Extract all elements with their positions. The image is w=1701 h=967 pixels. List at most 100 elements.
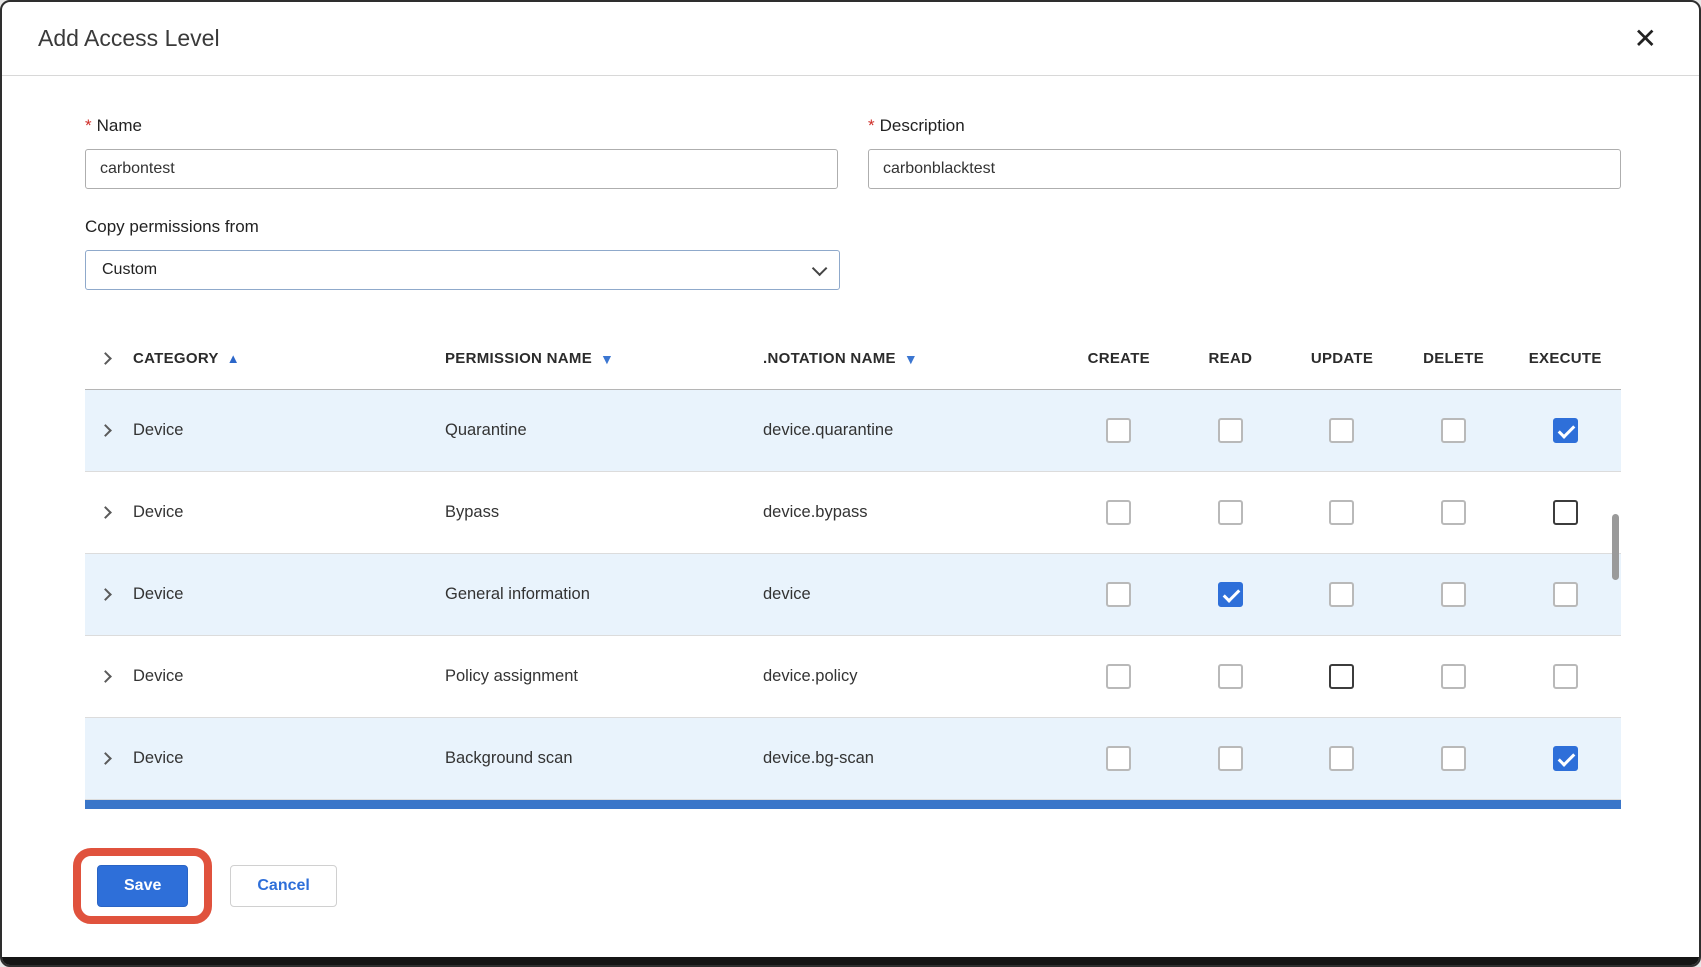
permissions-table: CATEGORY ▲ PERMISSION NAME ▼ .NOTATION N… [85, 328, 1621, 809]
copy-permissions-select[interactable]: Custom [85, 250, 840, 290]
save-button[interactable]: Save [97, 865, 188, 907]
chevron-right-icon [99, 352, 112, 365]
chevron-right-icon [99, 506, 112, 519]
description-input[interactable] [868, 149, 1621, 189]
permission-cell: Quarantine [445, 421, 763, 440]
checkbox-cell [1175, 418, 1287, 443]
checkbox-create[interactable] [1106, 664, 1131, 689]
checkbox-cell [1509, 582, 1621, 607]
notation-cell: device.quarantine [763, 421, 1063, 440]
column-header-permission-name[interactable]: PERMISSION NAME ▼ [445, 350, 763, 367]
name-input[interactable] [85, 149, 838, 189]
checkbox-create[interactable] [1106, 582, 1131, 607]
row-expand-button[interactable] [85, 508, 133, 517]
row-expand-button[interactable] [85, 672, 133, 681]
checkbox-cell [1063, 664, 1175, 689]
description-label: *Description [868, 116, 1621, 136]
category-cell: Device [133, 667, 445, 686]
copy-permissions-value: Custom [102, 261, 157, 279]
modal-content: * Name *Description Copy permissions from… [2, 76, 1699, 907]
copy-permissions-group: Copy permissions from Custom [85, 217, 840, 290]
notation-header-label: .NOTATION NAME [763, 350, 896, 367]
row-expand-button[interactable] [85, 426, 133, 435]
checkbox-execute[interactable] [1553, 664, 1578, 689]
checkbox-read[interactable] [1218, 746, 1243, 771]
checkbox-execute[interactable] [1553, 582, 1578, 607]
action-buttons: Save Cancel [97, 865, 1621, 907]
checkbox-update[interactable] [1329, 746, 1354, 771]
checkbox-update[interactable] [1329, 664, 1354, 689]
checkbox-update[interactable] [1329, 500, 1354, 525]
close-icon[interactable]: ✕ [1628, 21, 1663, 57]
checkbox-update[interactable] [1329, 582, 1354, 607]
description-field-group: *Description [868, 116, 1621, 189]
permission-cell: Policy assignment [445, 667, 763, 686]
checkbox-cell [1175, 582, 1287, 607]
chevron-right-icon [99, 424, 112, 437]
checkbox-delete[interactable] [1441, 746, 1466, 771]
table-row: DeviceQuarantinedevice.quarantine [85, 390, 1621, 472]
table-row: DeviceGeneral informationdevice [85, 554, 1621, 636]
checkbox-delete[interactable] [1441, 582, 1466, 607]
notation-cell: device [763, 585, 1063, 604]
checkbox-cell [1286, 418, 1398, 443]
add-access-level-modal: Add Access Level ✕ * Name *Description Co… [0, 0, 1701, 967]
chevron-down-icon [812, 260, 828, 276]
checkbox-delete[interactable] [1441, 664, 1466, 689]
checkbox-create[interactable] [1106, 746, 1131, 771]
required-asterisk: * [85, 116, 92, 135]
checkbox-cell [1063, 500, 1175, 525]
checkbox-cell [1286, 582, 1398, 607]
column-header-update: UPDATE [1286, 350, 1398, 367]
column-header-category[interactable]: CATEGORY ▲ [133, 350, 445, 367]
form-row: * Name *Description [85, 116, 1621, 189]
filter-icon: ▼ [600, 351, 614, 367]
checkbox-cell [1398, 418, 1510, 443]
checkbox-read[interactable] [1218, 500, 1243, 525]
checkbox-execute[interactable] [1553, 500, 1578, 525]
partially-visible-row [85, 800, 1621, 809]
checkbox-cell [1286, 664, 1398, 689]
table-row: DevicePolicy assignmentdevice.policy [85, 636, 1621, 718]
cancel-button[interactable]: Cancel [230, 865, 336, 907]
checkbox-create[interactable] [1106, 500, 1131, 525]
category-cell: Device [133, 585, 445, 604]
permission-header-label: PERMISSION NAME [445, 350, 592, 367]
category-cell: Device [133, 503, 445, 522]
filter-icon: ▼ [904, 351, 918, 367]
checkbox-cell [1509, 664, 1621, 689]
checkbox-read[interactable] [1218, 664, 1243, 689]
modal-title: Add Access Level [38, 25, 220, 52]
copy-permissions-label: Copy permissions from [85, 217, 840, 237]
checkbox-delete[interactable] [1441, 500, 1466, 525]
column-header-delete: DELETE [1398, 350, 1510, 367]
checkbox-create[interactable] [1106, 418, 1131, 443]
permission-cell: Background scan [445, 749, 763, 768]
checkbox-cell [1175, 664, 1287, 689]
checkbox-cell [1286, 746, 1398, 771]
checkbox-cell [1286, 500, 1398, 525]
checkbox-delete[interactable] [1441, 418, 1466, 443]
chevron-right-icon [99, 752, 112, 765]
column-header-execute: EXECUTE [1509, 350, 1621, 367]
table-header-row: CATEGORY ▲ PERMISSION NAME ▼ .NOTATION N… [85, 328, 1621, 390]
required-asterisk: * [868, 116, 875, 135]
checkbox-read[interactable] [1218, 418, 1243, 443]
modal-header: Add Access Level ✕ [2, 2, 1699, 76]
row-expand-button[interactable] [85, 754, 133, 763]
checkbox-cell [1175, 500, 1287, 525]
checkbox-cell [1509, 500, 1621, 525]
chevron-right-icon [99, 588, 112, 601]
name-label-text: Name [97, 116, 142, 135]
checkbox-execute[interactable] [1553, 418, 1578, 443]
permission-cell: Bypass [445, 503, 763, 522]
name-label: * Name [85, 116, 838, 136]
column-header-notation-name[interactable]: .NOTATION NAME ▼ [763, 350, 1063, 367]
row-expand-button[interactable] [85, 590, 133, 599]
header-expand-button[interactable] [85, 354, 133, 363]
checkbox-execute[interactable] [1553, 746, 1578, 771]
checkbox-update[interactable] [1329, 418, 1354, 443]
table-vertical-scrollbar[interactable] [1612, 514, 1619, 580]
checkbox-read[interactable] [1218, 582, 1243, 607]
notation-cell: device.bg-scan [763, 749, 1063, 768]
